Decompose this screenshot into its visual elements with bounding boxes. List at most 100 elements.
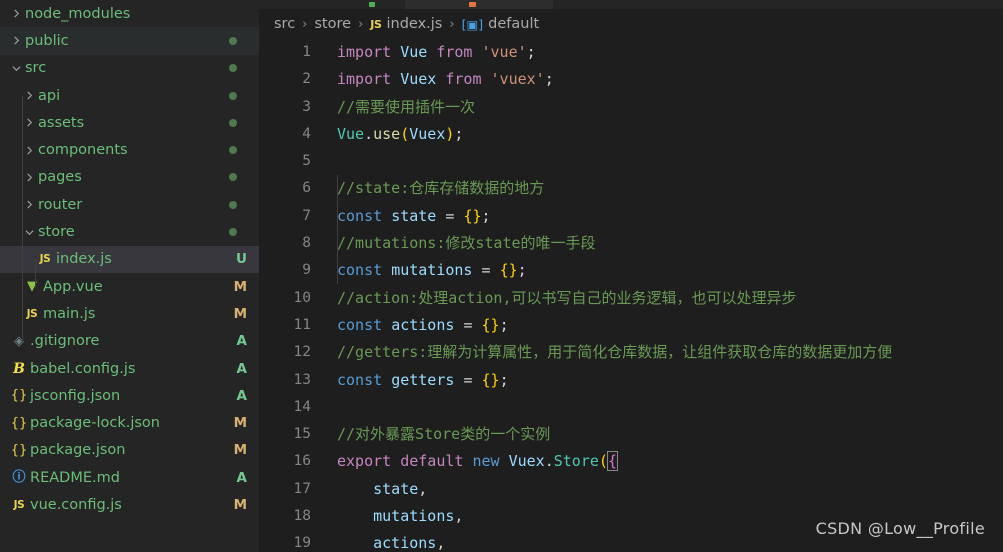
chevron-right-icon[interactable]: [21, 118, 38, 127]
code-line-4[interactable]: 4 Vue.use(Vuex);: [259, 121, 1003, 148]
line-content[interactable]: const mutations = {};: [337, 257, 527, 284]
code-line-5[interactable]: 5: [259, 148, 1003, 175]
code-line-6[interactable]: 6 //state:仓库存储数据的地方: [259, 175, 1003, 202]
code-line-1[interactable]: 1 import Vue from 'vue';: [259, 39, 1003, 66]
tree-item-main-js[interactable]: JS main.js M: [0, 300, 259, 327]
tree-item-babel-config-js[interactable]: Bbabel.config.js A: [0, 355, 259, 382]
tree-item--gitignore[interactable]: ◈ .gitignore A: [0, 328, 259, 355]
line-content[interactable]: //对外暴露Store类的一个实例: [337, 421, 550, 448]
tree-item-app-vue[interactable]: ▼ App.vue M: [0, 273, 259, 300]
line-number: 1: [302, 44, 311, 60]
line-content[interactable]: export default new Vuex.Store({: [337, 448, 618, 475]
chevron-right-icon[interactable]: [21, 146, 38, 155]
code-line-10[interactable]: 10 //action:处理action,可以书写自己的业务逻辑，也可以处理异步: [259, 285, 1003, 312]
code-line-7[interactable]: 7 const state = {};: [259, 203, 1003, 230]
chevron-right-icon[interactable]: [8, 9, 25, 18]
line-number: 8: [302, 235, 311, 252]
git-status-badge: M: [233, 496, 247, 513]
tree-item-label: README.md: [30, 469, 120, 486]
breadcrumb-item-index-js[interactable]: index.js: [386, 16, 442, 32]
line-content[interactable]: //mutations:修改state的唯一手段: [337, 230, 596, 257]
file-explorer-sidebar[interactable]: node_modulespublic src api assets components…: [0, 0, 259, 552]
tree-item-label: vue.config.js: [30, 496, 122, 513]
git-status-dot: [229, 118, 237, 127]
tree-item-package-lock-json[interactable]: {} package-lock.json M: [0, 409, 259, 436]
line-content[interactable]: //getters:理解为计算属性，用于简化仓库数据，让组件获取仓库的数据更加方…: [337, 339, 892, 366]
indent-guide: [22, 96, 23, 341]
breadcrumb[interactable]: src › store › JS index.js › [▣] default: [259, 9, 1003, 39]
tree-item-pages[interactable]: pages: [0, 164, 259, 191]
chevron-right-icon[interactable]: [21, 91, 38, 100]
line-content[interactable]: const state = {};: [337, 203, 491, 230]
breadcrumb-separator: ›: [358, 16, 364, 32]
code-indent-guide: [337, 175, 338, 284]
line-content[interactable]: //state:仓库存储数据的地方: [337, 175, 544, 202]
tree-item-label: api: [38, 87, 61, 104]
code-lines[interactable]: 1 import Vue from 'vue'; 2 import Vuex from…: [259, 39, 1003, 552]
json-icon: {}: [10, 388, 28, 404]
git-status-badge: M: [233, 278, 247, 295]
tree-item-label: router: [38, 196, 83, 213]
editor-tab-bar[interactable]: [259, 0, 1003, 9]
line-content[interactable]: const actions = {};: [337, 312, 509, 339]
line-content[interactable]: state,: [337, 476, 427, 503]
chevron-down-icon[interactable]: [21, 228, 38, 237]
line-content[interactable]: mutations,: [337, 503, 463, 530]
js-icon: JS: [26, 307, 38, 320]
git-status-badge: A: [236, 469, 247, 486]
line-content[interactable]: import Vue from 'vue';: [337, 39, 536, 66]
indent-guide: [35, 260, 36, 288]
line-number: 18: [293, 508, 311, 525]
line-content[interactable]: import Vuex from 'vuex';: [337, 66, 554, 93]
chevron-right-icon[interactable]: [21, 200, 38, 209]
tab-index-js[interactable]: [369, 0, 553, 9]
chevron-right-icon[interactable]: [21, 173, 38, 182]
breadcrumb-item-default[interactable]: default: [488, 16, 539, 32]
code-line-13[interactable]: 13 const getters = {};: [259, 367, 1003, 394]
tree-item-package-json[interactable]: {} package.json M: [0, 437, 259, 464]
tree-item-router[interactable]: router: [0, 191, 259, 218]
code-line-3[interactable]: 3 //需要使用插件一次: [259, 94, 1003, 121]
code-line-15[interactable]: 15 //对外暴露Store类的一个实例: [259, 421, 1003, 448]
code-line-18[interactable]: 18 mutations,: [259, 503, 1003, 530]
line-number: 15: [293, 426, 311, 443]
code-line-8[interactable]: 8 //mutations:修改state的唯一手段: [259, 230, 1003, 257]
code-line-16[interactable]: 16 export default new Vuex.Store({: [259, 448, 1003, 475]
line-content[interactable]: actions,: [337, 530, 445, 552]
tree-item-readme-md[interactable]: ⓘ README.md A: [0, 464, 259, 491]
code-line-12[interactable]: 12 //getters:理解为计算属性，用于简化仓库数据，让组件获取仓库的数据更…: [259, 339, 1003, 366]
code-line-11[interactable]: 11 const actions = {};: [259, 312, 1003, 339]
tree-item-node-modules[interactable]: node_modules: [0, 0, 259, 27]
tree-item-vue-config-js[interactable]: JS vue.config.js M: [0, 491, 259, 518]
tree-item-label: node_modules: [25, 5, 131, 22]
breadcrumb-item-store[interactable]: store: [314, 16, 351, 32]
tree-item-index-js[interactable]: JS index.js U: [0, 245, 259, 273]
line-number: 16: [293, 453, 311, 470]
code-line-2[interactable]: 2 import Vuex from 'vuex';: [259, 66, 1003, 93]
editor-pane: src › store › JS index.js › [▣] default …: [259, 0, 1003, 552]
tree-item-store[interactable]: store: [0, 218, 259, 245]
tree-item-label: pages: [38, 169, 82, 186]
tree-item-components[interactable]: components: [0, 136, 259, 163]
code-line-17[interactable]: 17 state,: [259, 476, 1003, 503]
code-line-9[interactable]: 9 const mutations = {};: [259, 257, 1003, 284]
tree-item-public[interactable]: public: [0, 27, 259, 55]
line-content[interactable]: const getters = {};: [337, 367, 509, 394]
file-tree[interactable]: node_modulespublic src api assets components…: [0, 0, 259, 519]
tree-item-label: jsconfig.json: [30, 387, 121, 404]
chevron-right-icon[interactable]: [8, 36, 25, 45]
tree-item-label: index.js: [56, 251, 112, 268]
code-line-19[interactable]: 19 actions,: [259, 530, 1003, 552]
tree-item-api[interactable]: api: [0, 82, 259, 109]
code-line-14[interactable]: 14: [259, 394, 1003, 421]
tree-item-jsconfig-json[interactable]: {} jsconfig.json A: [0, 382, 259, 409]
line-content[interactable]: //需要使用插件一次: [337, 94, 475, 121]
line-content[interactable]: //action:处理action,可以书写自己的业务逻辑，也可以处理异步: [337, 285, 797, 312]
breadcrumb-item-src[interactable]: src: [274, 16, 295, 32]
code-editor[interactable]: 1 import Vue from 'vue'; 2 import Vuex from…: [259, 39, 1003, 552]
tree-item-assets[interactable]: assets: [0, 109, 259, 136]
chevron-down-icon[interactable]: [8, 64, 25, 73]
tree-item-src[interactable]: src: [0, 55, 259, 82]
js-icon: JS: [39, 253, 51, 266]
line-content[interactable]: Vue.use(Vuex);: [337, 121, 463, 148]
